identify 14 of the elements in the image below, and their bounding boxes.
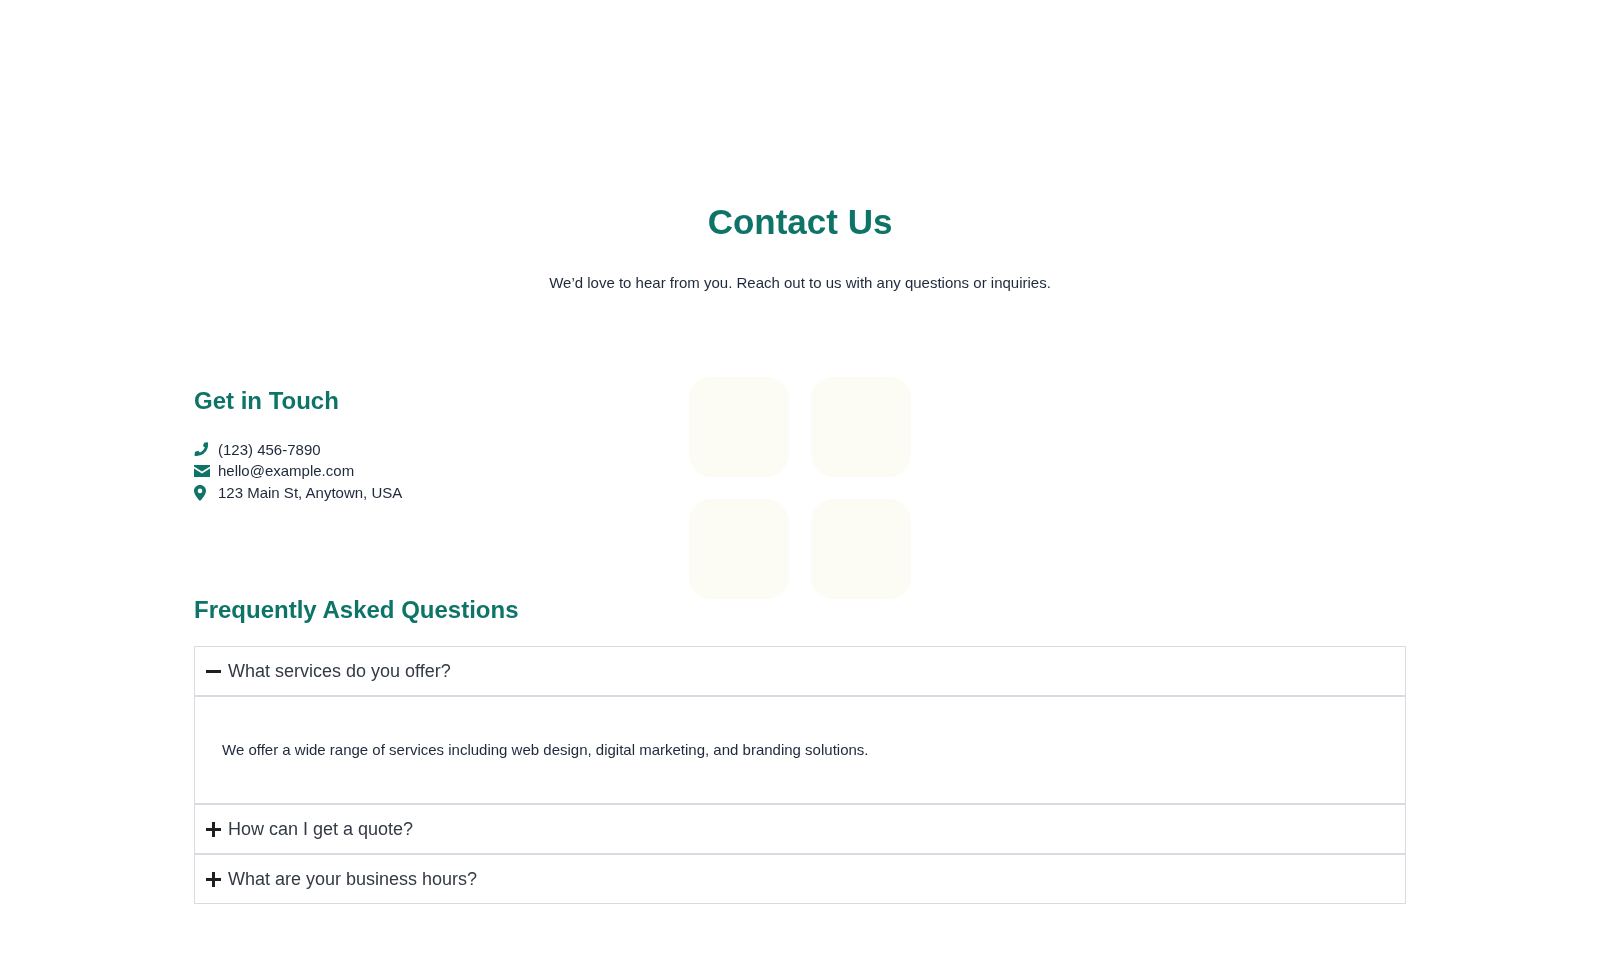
faq-question[interactable]: What services do you offer? xyxy=(194,646,1406,696)
section-heading: Frequently Asked Questions xyxy=(194,596,520,624)
faq-question[interactable]: What are your business hours? xyxy=(194,854,1406,904)
contact-detail: hello@example.com xyxy=(218,461,355,482)
contact-detail: (123) 456-7890 xyxy=(218,439,321,460)
section-heading: Get in Touch xyxy=(194,387,340,415)
map-pin-icon xyxy=(194,484,206,501)
contact-detail: 123 Main St, Anytown, USA xyxy=(218,482,403,503)
faq-question[interactable]: How can I get a quote? xyxy=(194,804,1406,854)
faq-answer: We offer a wide range of services including web design, digital marketing, and branding solutions. xyxy=(194,696,1406,804)
envelope-icon xyxy=(194,465,210,478)
phone-icon xyxy=(194,442,209,458)
page-title: Contact Us xyxy=(707,201,893,243)
page-subtitle: We’d love to hear from you. Reach out to us with any questions or inquiries. xyxy=(549,273,1051,293)
